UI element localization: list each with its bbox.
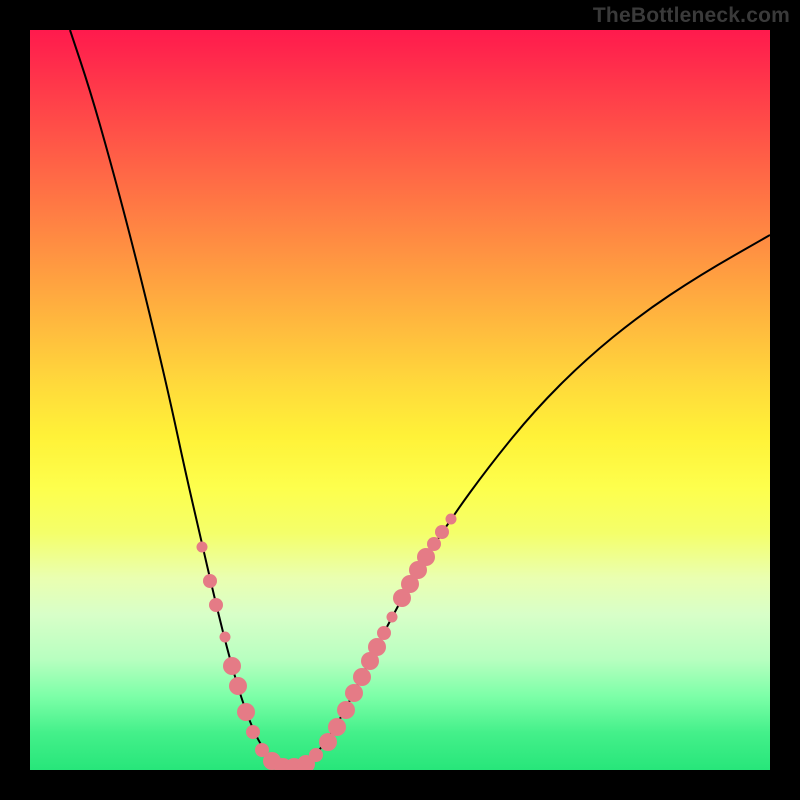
marker-dot — [263, 752, 281, 770]
marker-dot — [328, 718, 346, 736]
marker-dot — [209, 598, 223, 612]
marker-dot — [197, 542, 208, 553]
marker-dot — [246, 725, 260, 739]
marker-dot — [223, 657, 241, 675]
marker-dot — [368, 638, 386, 656]
marker-dot — [309, 748, 323, 762]
marker-dot — [393, 589, 411, 607]
bottleneck-curve — [70, 30, 770, 767]
marker-dot — [345, 684, 363, 702]
marker-dot — [401, 575, 419, 593]
plot-area — [30, 30, 770, 770]
marker-dot — [377, 626, 391, 640]
marker-dot — [285, 758, 303, 770]
marker-dot — [229, 677, 247, 695]
marker-dot — [435, 525, 449, 539]
marker-dot — [237, 703, 255, 721]
watermark-text: TheBottleneck.com — [593, 4, 790, 28]
curve-layer — [30, 30, 770, 770]
marker-dot — [387, 612, 398, 623]
marker-dot — [203, 574, 217, 588]
marker-dot — [417, 548, 435, 566]
marker-dot — [319, 733, 337, 751]
marker-dot — [274, 758, 292, 770]
marker-dot — [361, 652, 379, 670]
marker-group — [197, 514, 457, 771]
marker-dot — [427, 537, 441, 551]
marker-dot — [337, 701, 355, 719]
chart-container: TheBottleneck.com — [0, 0, 800, 800]
marker-dot — [353, 668, 371, 686]
marker-dot — [446, 514, 457, 525]
marker-dot — [409, 561, 427, 579]
marker-dot — [255, 743, 269, 757]
marker-dot — [220, 632, 231, 643]
marker-dot — [297, 755, 315, 770]
